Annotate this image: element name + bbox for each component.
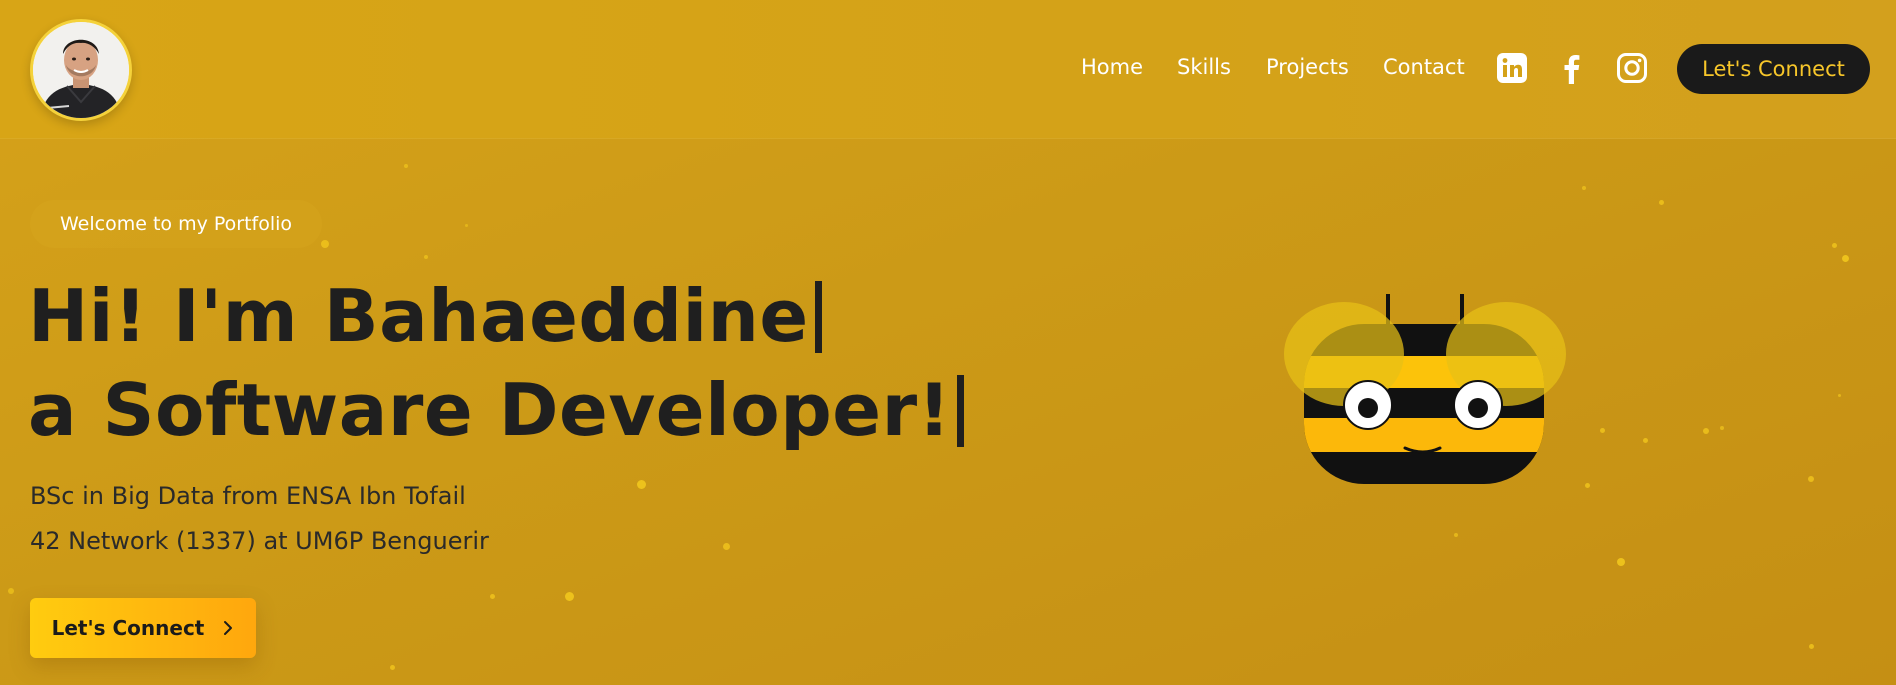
lets-connect-nav-button[interactable]: Let's Connect bbox=[1677, 44, 1870, 94]
nav-home[interactable]: Home bbox=[1081, 55, 1143, 79]
profile-avatar[interactable] bbox=[30, 19, 132, 121]
heading-text-2: a Software Developer! bbox=[28, 368, 951, 452]
welcome-badge: Welcome to my Portfolio bbox=[30, 200, 323, 248]
nav-skills[interactable]: Skills bbox=[1177, 55, 1231, 79]
nav-contact[interactable]: Contact bbox=[1383, 55, 1465, 79]
nav-projects[interactable]: Projects bbox=[1266, 55, 1349, 79]
facebook-icon[interactable] bbox=[1556, 52, 1588, 84]
hero-heading-line-1: Hi! I'm Bahaeddine bbox=[28, 280, 822, 353]
typing-caret bbox=[956, 375, 964, 447]
linkedin-icon[interactable] bbox=[1496, 52, 1528, 84]
lets-connect-hero-button[interactable]: Let's Connect bbox=[30, 598, 256, 658]
typing-caret bbox=[814, 281, 822, 353]
instagram-icon[interactable] bbox=[1616, 52, 1648, 84]
chevron-right-icon bbox=[224, 621, 233, 635]
school-line: 42 Network (1337) at UM6P Benguerir bbox=[30, 527, 489, 555]
cta-label: Let's Connect bbox=[51, 616, 205, 640]
avatar-portrait bbox=[33, 22, 129, 118]
bee-icon bbox=[1284, 294, 1566, 484]
portfolio-page: Home Skills Projects Contact Let's Conne… bbox=[0, 0, 1896, 685]
heading-text-1: Hi! I'm Bahaeddine bbox=[28, 274, 809, 358]
education-line: BSc in Big Data from ENSA Ibn Tofail bbox=[30, 482, 466, 510]
hero-heading-line-2: a Software Developer! bbox=[28, 374, 964, 447]
top-navbar: Home Skills Projects Contact Let's Conne… bbox=[0, 0, 1896, 139]
